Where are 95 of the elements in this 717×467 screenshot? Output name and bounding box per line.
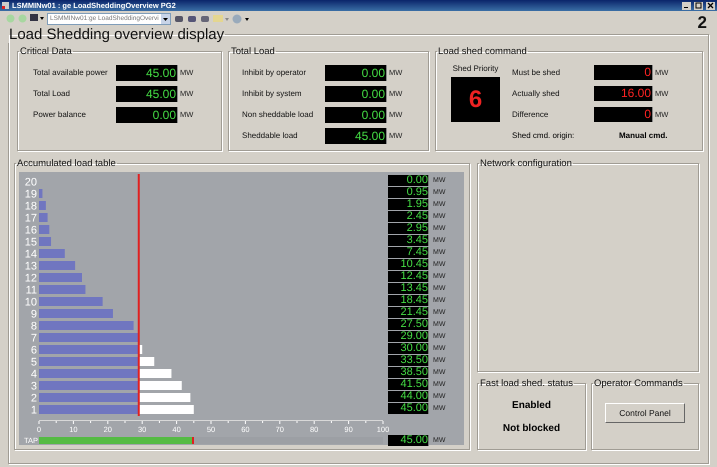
load-bar <box>39 249 65 258</box>
app-icon <box>2 2 9 9</box>
row-number: 8 <box>30 320 37 332</box>
row-number: 2 <box>30 392 37 404</box>
row-number: 5 <box>30 356 37 368</box>
row-number: 15 <box>24 236 37 248</box>
value-display: 44.00 <box>388 390 429 402</box>
row-number: 13 <box>24 260 37 272</box>
close-button[interactable] <box>706 2 715 10</box>
load-bar <box>39 189 42 198</box>
field-label: Must be shed <box>512 68 562 77</box>
value-display: 29.00 <box>388 330 429 342</box>
priority-display: 6 <box>451 77 500 122</box>
value-display: 41.50 <box>388 378 429 390</box>
row-number: 7 <box>30 332 37 344</box>
load-bar <box>39 297 103 306</box>
row-number: 10 <box>24 296 37 308</box>
value-display: 2.45 <box>388 210 429 222</box>
value-display: 45.00 <box>116 86 178 102</box>
row-number: 11 <box>26 284 37 296</box>
group-title: Fast load shed. status <box>479 378 574 389</box>
field-label: Inhibit by operator <box>242 68 308 77</box>
value-display: 0 <box>594 107 653 122</box>
field-label: Total available power <box>33 68 109 77</box>
field-label: Non sheddable load <box>242 110 314 119</box>
value-display: 13.45 <box>388 282 429 294</box>
field-label: Shed cmd. origin: <box>512 130 576 140</box>
close-icon <box>707 2 714 9</box>
status-text: Not blocked <box>502 423 560 434</box>
value-display: 0.00 <box>325 64 387 80</box>
value-display: 45.00 <box>388 402 429 414</box>
value-display: 7.45 <box>388 246 429 258</box>
row-number: 1 <box>30 404 37 416</box>
maximize-button[interactable] <box>694 2 703 10</box>
row-number: 14 <box>24 248 37 260</box>
row-number: 20 <box>24 176 37 188</box>
load-bar <box>39 285 86 294</box>
value-display: 30.00 <box>388 342 429 354</box>
row-number: 18 <box>24 200 37 212</box>
minimize-button[interactable] <box>682 2 691 10</box>
monitor-icon[interactable] <box>30 14 44 23</box>
load-bar <box>39 237 52 246</box>
origin-value: Manual cmd. <box>619 130 668 140</box>
value-display: 0.00 <box>388 174 429 186</box>
dropdown-icon[interactable] <box>160 14 170 24</box>
load-bar <box>39 273 82 282</box>
value-display: 45.00 <box>116 64 178 80</box>
row-number: 17 <box>24 212 37 224</box>
load-bar <box>39 225 50 234</box>
row-number: 6 <box>30 344 37 356</box>
field-label: Difference <box>512 110 550 119</box>
load-bar <box>39 213 48 222</box>
row-number: 16 <box>24 224 37 236</box>
value-display: 3.45 <box>388 234 429 246</box>
group-title: Accumulated load table <box>16 158 117 169</box>
value-display: 0.95 <box>388 186 429 198</box>
field-label: Shed Priority <box>452 64 498 73</box>
value-display: 10.45 <box>388 258 429 270</box>
field-label: Sheddable load <box>242 131 299 140</box>
value-display: 45.00 <box>325 128 387 144</box>
group-title: Network configuration <box>479 158 573 169</box>
value-display: 45.00 <box>388 434 429 446</box>
value-display: 18.45 <box>388 294 429 306</box>
group-title: Load shed command <box>437 46 528 57</box>
value-display: 2.95 <box>388 222 429 234</box>
field-label: Power balance <box>33 110 87 119</box>
load-bar <box>39 261 76 270</box>
control-panel-button[interactable]: Control Panel <box>605 403 685 423</box>
field-label: Total Load <box>33 89 71 98</box>
maximize-icon <box>695 2 702 9</box>
value-display: 21.45 <box>388 306 429 318</box>
group-title: Critical Data <box>19 46 73 57</box>
group-title: Operator Commands <box>593 378 684 389</box>
row-number: 3 <box>30 380 37 392</box>
field-label: Actually shed <box>512 89 561 98</box>
value-display: 12.45 <box>388 270 429 282</box>
load-bar <box>39 201 46 210</box>
row-number: 19 <box>24 188 37 200</box>
value-display: 16.00 <box>594 86 653 101</box>
page-number: 2 <box>698 13 707 33</box>
value-display: 0.00 <box>325 106 387 122</box>
value-display: 38.50 <box>388 366 429 378</box>
value-display: 0.00 <box>116 106 178 122</box>
row-number: 12 <box>24 272 37 284</box>
status-text: Enabled <box>512 400 551 411</box>
row-number: 9 <box>30 308 37 320</box>
value-display: 0 <box>594 65 653 80</box>
value-display: 33.50 <box>388 354 429 366</box>
row-number: 4 <box>30 368 37 380</box>
value-display: 0.00 <box>325 86 387 102</box>
field-label: Inhibit by system <box>242 89 303 98</box>
group-title: Total Load <box>230 46 276 57</box>
value-display: 27.50 <box>388 318 429 330</box>
group-title: Load Shedding overview display <box>8 26 226 43</box>
value-display: 1.95 <box>388 198 429 210</box>
